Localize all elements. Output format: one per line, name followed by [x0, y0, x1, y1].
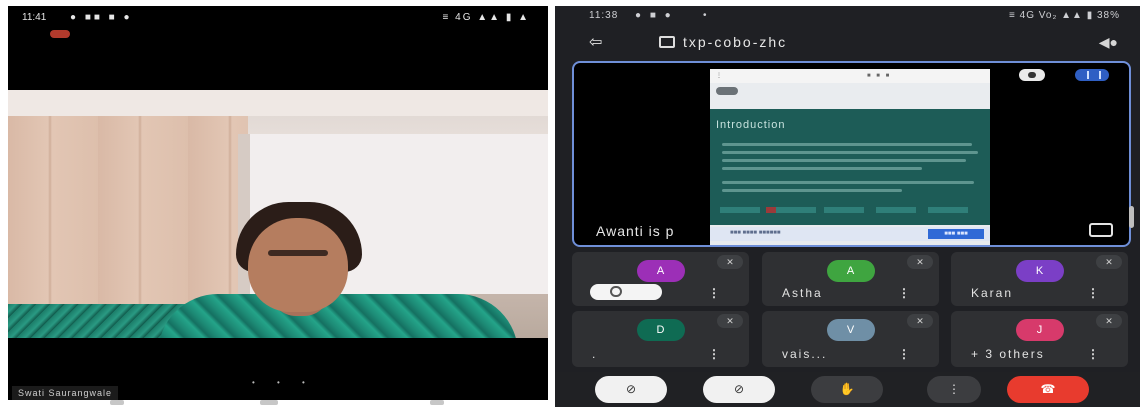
left-phone-screen: 11:41 ● ■■ ■ ● ≡ 4G ▲▲ ▮ ▲ • • • Swati S… — [8, 6, 548, 400]
document-tab — [776, 207, 816, 213]
call-controls: ⊘ ⊘ ✋ ⋮ ☎ — [555, 372, 1140, 407]
hang-up-button[interactable]: ☎ — [1007, 376, 1089, 403]
recording-indicator — [50, 30, 70, 38]
camera-switch-icon — [610, 286, 622, 297]
right-status-right: ≡ 4G Vo₂ ▲▲ ▮ 38% — [1009, 10, 1120, 21]
tile-menu-icon[interactable]: ⋮ — [898, 347, 910, 361]
more-options-button[interactable]: ⋮ — [927, 376, 981, 403]
participant-face — [248, 218, 348, 312]
shared-phone-screen: ⋮ ■ ■ ■ Introduction ■■■ ■■■■ ■■■■■■ ■■■… — [710, 69, 990, 245]
participant-tile[interactable]: ✕ K Karan ⋮ — [951, 252, 1128, 306]
participant-video[interactable] — [8, 90, 548, 338]
participant-avatar: A — [826, 260, 875, 282]
document-text-line — [722, 167, 922, 170]
nav-home-icon[interactable] — [260, 400, 278, 405]
participant-eyes — [268, 250, 328, 256]
shared-document: Introduction — [710, 109, 990, 225]
right-status-time: 11:38 — [589, 10, 619, 21]
participant-name: Astha — [782, 286, 823, 300]
muted-mic-icon: ✕ — [1096, 255, 1122, 269]
left-status-right: ≡ 4G ▲▲ ▮ ▲ — [442, 12, 530, 23]
ceiling — [8, 90, 548, 116]
participant-avatar: D — [636, 319, 685, 341]
muted-mic-icon: ✕ — [907, 255, 933, 269]
nav-back-icon[interactable] — [110, 400, 124, 405]
screen-share-tile[interactable]: ⋮ ■ ■ ■ Introduction ■■■ ■■■■ ■■■■■■ ■■■… — [572, 61, 1131, 247]
participant-tile[interactable]: ✕ D. ⋮ — [572, 311, 749, 367]
left-status-icons: ● ■■ ■ ● — [70, 12, 133, 23]
participant-tile[interactable]: ✕ J + 3 others ⋮ — [951, 311, 1128, 367]
mic-off-button[interactable]: ⊘ — [703, 376, 775, 403]
back-arrow-icon[interactable]: ⇦ — [589, 32, 602, 52]
participant-name: vais... — [782, 347, 828, 361]
document-heading: Introduction — [716, 119, 786, 131]
self-view-pill[interactable] — [590, 284, 662, 300]
participant-name: Karan — [971, 286, 1014, 300]
right-status-bar: 11:38 ● ■ ● • ≡ 4G Vo₂ ▲▲ ▮ 38% — [555, 6, 1140, 26]
tile-menu-icon[interactable]: ⋮ — [1087, 347, 1099, 361]
muted-mic-icon: ✕ — [1096, 314, 1122, 328]
participant-tile[interactable]: ✕ A Astha ⋮ — [762, 252, 939, 306]
tile-menu-icon[interactable]: ⋮ — [1087, 286, 1099, 300]
document-tab-active — [766, 207, 776, 213]
shared-bottom-bar: ■■■ ■■■■ ■■■■■■ ■■■ ■■■ — [710, 227, 990, 241]
muted-mic-icon: ✕ — [717, 314, 743, 328]
camera-off-button[interactable]: ⊘ — [595, 376, 667, 403]
shared-bottom-button: ■■■ ■■■ — [928, 229, 984, 239]
document-text-line — [722, 151, 978, 154]
muted-mic-icon: ✕ — [717, 255, 743, 269]
right-status-icons: ● ■ ● — [635, 10, 674, 21]
left-status-time: 11:41 — [22, 12, 47, 23]
tile-menu-icon[interactable]: ⋮ — [708, 347, 720, 361]
document-tab — [876, 207, 916, 213]
left-status-bar: 11:41 ● ■■ ■ ● ≡ 4G ▲▲ ▮ ▲ — [8, 6, 548, 32]
audio-level-icon[interactable] — [1075, 69, 1109, 81]
nav-recents-icon[interactable] — [430, 400, 444, 405]
participant-name: + 3 others — [971, 347, 1045, 361]
participant-avatar: J — [1015, 319, 1064, 341]
raise-hand-button[interactable]: ✋ — [811, 376, 883, 403]
participant-name-label: Swati Saurangwale — [12, 386, 119, 400]
shared-back-chip — [716, 87, 738, 95]
participant-avatar: K — [1015, 260, 1064, 282]
tile-menu-icon[interactable]: ⋮ — [898, 286, 910, 300]
document-text-line — [722, 189, 902, 192]
participant-shirt — [158, 294, 518, 338]
meeting-info-icon — [659, 36, 675, 48]
presenter-label: Awanti is p — [596, 223, 675, 239]
shared-bottom-label: ■■■ ■■■■ ■■■■■■ — [730, 230, 781, 236]
pin-icon[interactable] — [1019, 69, 1045, 81]
document-tab — [824, 207, 864, 213]
document-tab — [720, 207, 760, 213]
document-text-line — [722, 181, 974, 184]
right-status-dot: • — [703, 10, 707, 21]
shared-status-bar: ⋮ ■ ■ ■ — [710, 69, 990, 83]
left-system-nav — [0, 400, 560, 407]
participant-tile[interactable]: ✕ Vvais... ⋮ — [762, 311, 939, 367]
right-phone-screen: 11:38 ● ■ ● • ≡ 4G Vo₂ ▲▲ ▮ 38% ⇦ txp-co… — [555, 6, 1140, 407]
meeting-top-bar: ⇦ txp-cobo-zhc ◀● — [555, 28, 1140, 58]
participant-avatar: A — [636, 260, 685, 282]
pager-dots: • • • — [252, 378, 315, 387]
document-text-line — [722, 159, 966, 162]
speaker-icon[interactable]: ◀● — [1099, 34, 1118, 51]
tile-menu-icon[interactable]: ⋮ — [708, 286, 720, 300]
document-text-line — [722, 143, 972, 146]
participant-name: . — [592, 347, 598, 361]
document-tab — [928, 207, 968, 213]
muted-mic-icon: ✕ — [907, 314, 933, 328]
meeting-code: txp-cobo-zhc — [683, 34, 788, 50]
participant-tile[interactable]: ✕ A ⋮ — [572, 252, 749, 306]
fullscreen-icon[interactable] — [1089, 223, 1113, 237]
scroll-handle[interactable] — [1129, 206, 1134, 228]
participant-avatar: V — [826, 319, 875, 341]
meeting-title[interactable]: txp-cobo-zhc — [659, 34, 787, 50]
